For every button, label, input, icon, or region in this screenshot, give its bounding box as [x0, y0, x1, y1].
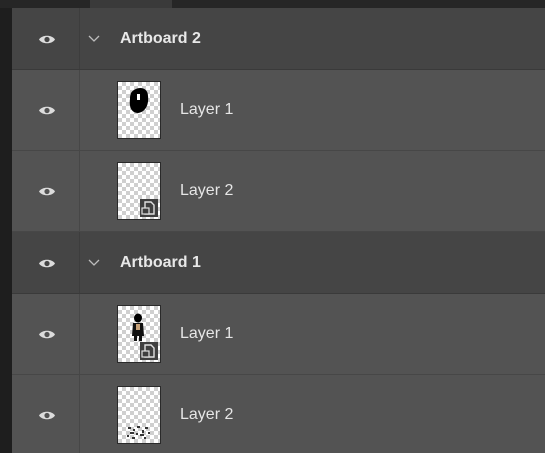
panel-tab[interactable]	[90, 0, 172, 8]
smart-object-icon	[140, 342, 158, 360]
visibility-column	[12, 375, 80, 453]
chevron-down-icon[interactable]	[88, 34, 100, 44]
layer-label: Layer 1	[180, 101, 234, 118]
layer-row[interactable]: Layer 2	[12, 151, 545, 232]
layers-panel: Artboard 2 Layer 1 Layer 2 Artboard 1 La…	[12, 8, 545, 453]
layer-thumbnail[interactable]	[117, 162, 161, 220]
smart-object-icon	[140, 199, 158, 217]
layer-row[interactable]: Layer 1	[12, 70, 545, 151]
artboard-label: Artboard 1	[120, 253, 201, 271]
panel-top-strip	[0, 0, 545, 8]
artboard-row-1[interactable]: Artboard 1	[12, 232, 545, 294]
artboard-row-2[interactable]: Artboard 2	[12, 8, 545, 70]
layer-label: Layer 2	[180, 182, 234, 199]
layer-row[interactable]: Layer 1	[12, 294, 545, 375]
layer-row[interactable]: Layer 2	[12, 375, 545, 453]
eye-icon[interactable]	[38, 410, 56, 421]
layer-thumbnail[interactable]	[117, 81, 161, 139]
chevron-down-icon[interactable]	[88, 258, 100, 268]
layer-label: Layer 2	[180, 406, 234, 423]
eye-icon[interactable]	[38, 258, 56, 269]
layer-thumbnail[interactable]	[117, 305, 161, 363]
black-blob-icon	[129, 88, 149, 113]
speckle-icon	[127, 426, 150, 439]
visibility-column	[12, 294, 80, 374]
eye-icon[interactable]	[38, 329, 56, 340]
visibility-column	[12, 232, 80, 293]
artboard-label: Artboard 2	[120, 29, 201, 47]
visibility-column	[12, 8, 80, 69]
visibility-column	[12, 151, 80, 231]
layer-label: Layer 1	[180, 325, 234, 342]
layer-thumbnail[interactable]	[117, 386, 161, 444]
eye-icon[interactable]	[38, 34, 56, 45]
eye-icon[interactable]	[38, 186, 56, 197]
eye-icon[interactable]	[38, 105, 56, 116]
visibility-column	[12, 70, 80, 150]
